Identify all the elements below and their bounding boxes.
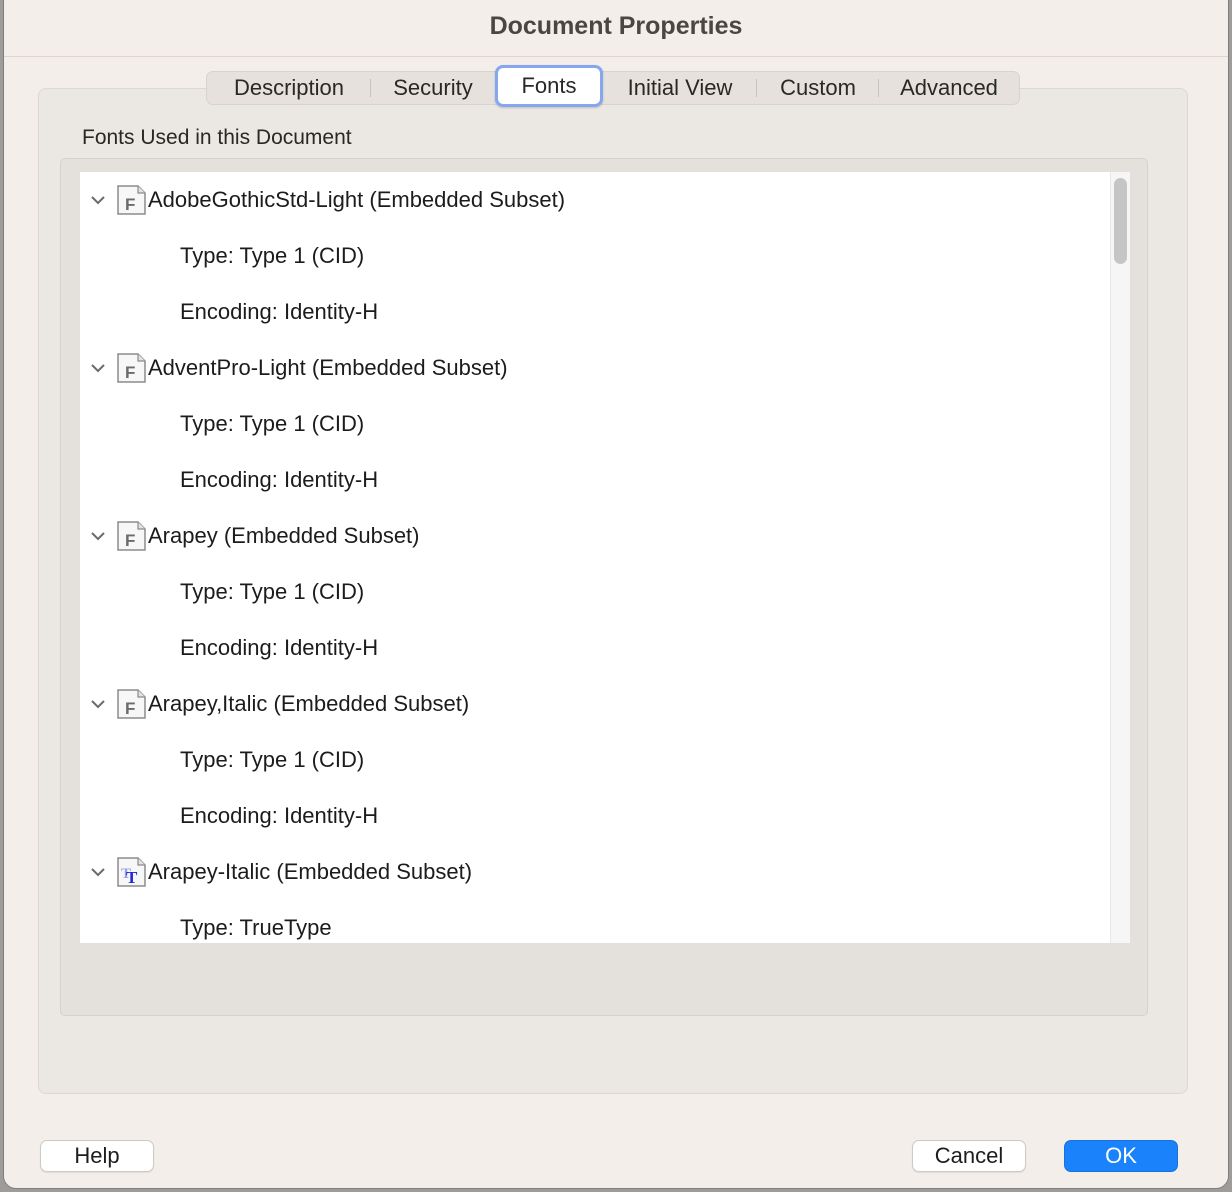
font-type: Type: Type 1 (CID) [180,579,365,604]
font-encoding: Encoding: Identity-H [180,635,379,660]
tab-security[interactable]: Security [371,71,495,105]
fonts-tree-list[interactable]: F AdobeGothicStd-Light (Embedded Subset)… [80,172,1127,943]
svg-text:F: F [125,699,135,718]
font-name: AdobeGothicStd-Light (Embedded Subset) [148,187,566,212]
type1-font-icon: F [117,353,146,383]
ok-button[interactable]: OK [1064,1140,1178,1172]
tab-initial-view-label: Initial View [627,75,733,100]
dialog-title: Document Properties [489,12,743,40]
svg-text:F: F [125,363,135,382]
font-type: Type: Type 1 (CID) [180,243,365,268]
tab-description-label: Description [233,75,345,100]
chevron-down-icon[interactable] [88,190,108,210]
font-name: AdventPro-Light (Embedded Subset) [148,355,508,380]
tab-security-label: Security [393,75,473,100]
svg-text:F: F [125,195,135,214]
type1-font-icon: F [117,185,146,215]
chevron-down-icon[interactable] [88,358,108,378]
font-type: Type: Type 1 (CID) [180,411,365,436]
font-name: Arapey (Embedded Subset) [148,523,420,548]
svg-text:T: T [126,868,138,887]
truetype-font-icon: TT [117,857,146,887]
type1-font-icon: F [117,521,146,551]
tab-fonts-label: Fonts [521,73,577,98]
type1-font-icon: F [117,689,146,719]
font-name: Arapey,Italic (Embedded Subset) [148,691,470,716]
tab-advanced[interactable]: Advanced [879,71,1019,105]
font-type: Type: TrueType [180,915,332,940]
tab-bar: Description Security Fonts Initial View … [206,65,1020,107]
vertical-scrollbar[interactable] [1110,172,1130,943]
scrollbar-thumb[interactable] [1114,178,1127,264]
font-encoding: Encoding: Identity-H [180,803,379,828]
tab-description[interactable]: Description [207,71,371,105]
title-divider [4,56,1228,57]
tab-fonts[interactable]: Fonts [495,65,603,107]
tab-initial-view[interactable]: Initial View [603,71,757,105]
font-encoding: Encoding: Identity-H [180,467,379,492]
tab-custom-label: Custom [780,75,856,100]
font-encoding: Encoding: Identity-H [180,299,379,324]
font-type: Type: Type 1 (CID) [180,747,365,772]
cancel-button[interactable]: Cancel [912,1140,1026,1172]
tab-custom[interactable]: Custom [757,71,879,105]
help-button[interactable]: Help [40,1140,154,1172]
chevron-down-icon[interactable] [88,862,108,882]
chevron-down-icon[interactable] [88,694,108,714]
tab-advanced-label: Advanced [900,75,998,100]
svg-text:F: F [125,531,135,550]
fonts-section-label: Fonts Used in this Document [82,126,352,149]
font-name: Arapey-Italic (Embedded Subset) [148,859,473,884]
chevron-down-icon[interactable] [88,526,108,546]
